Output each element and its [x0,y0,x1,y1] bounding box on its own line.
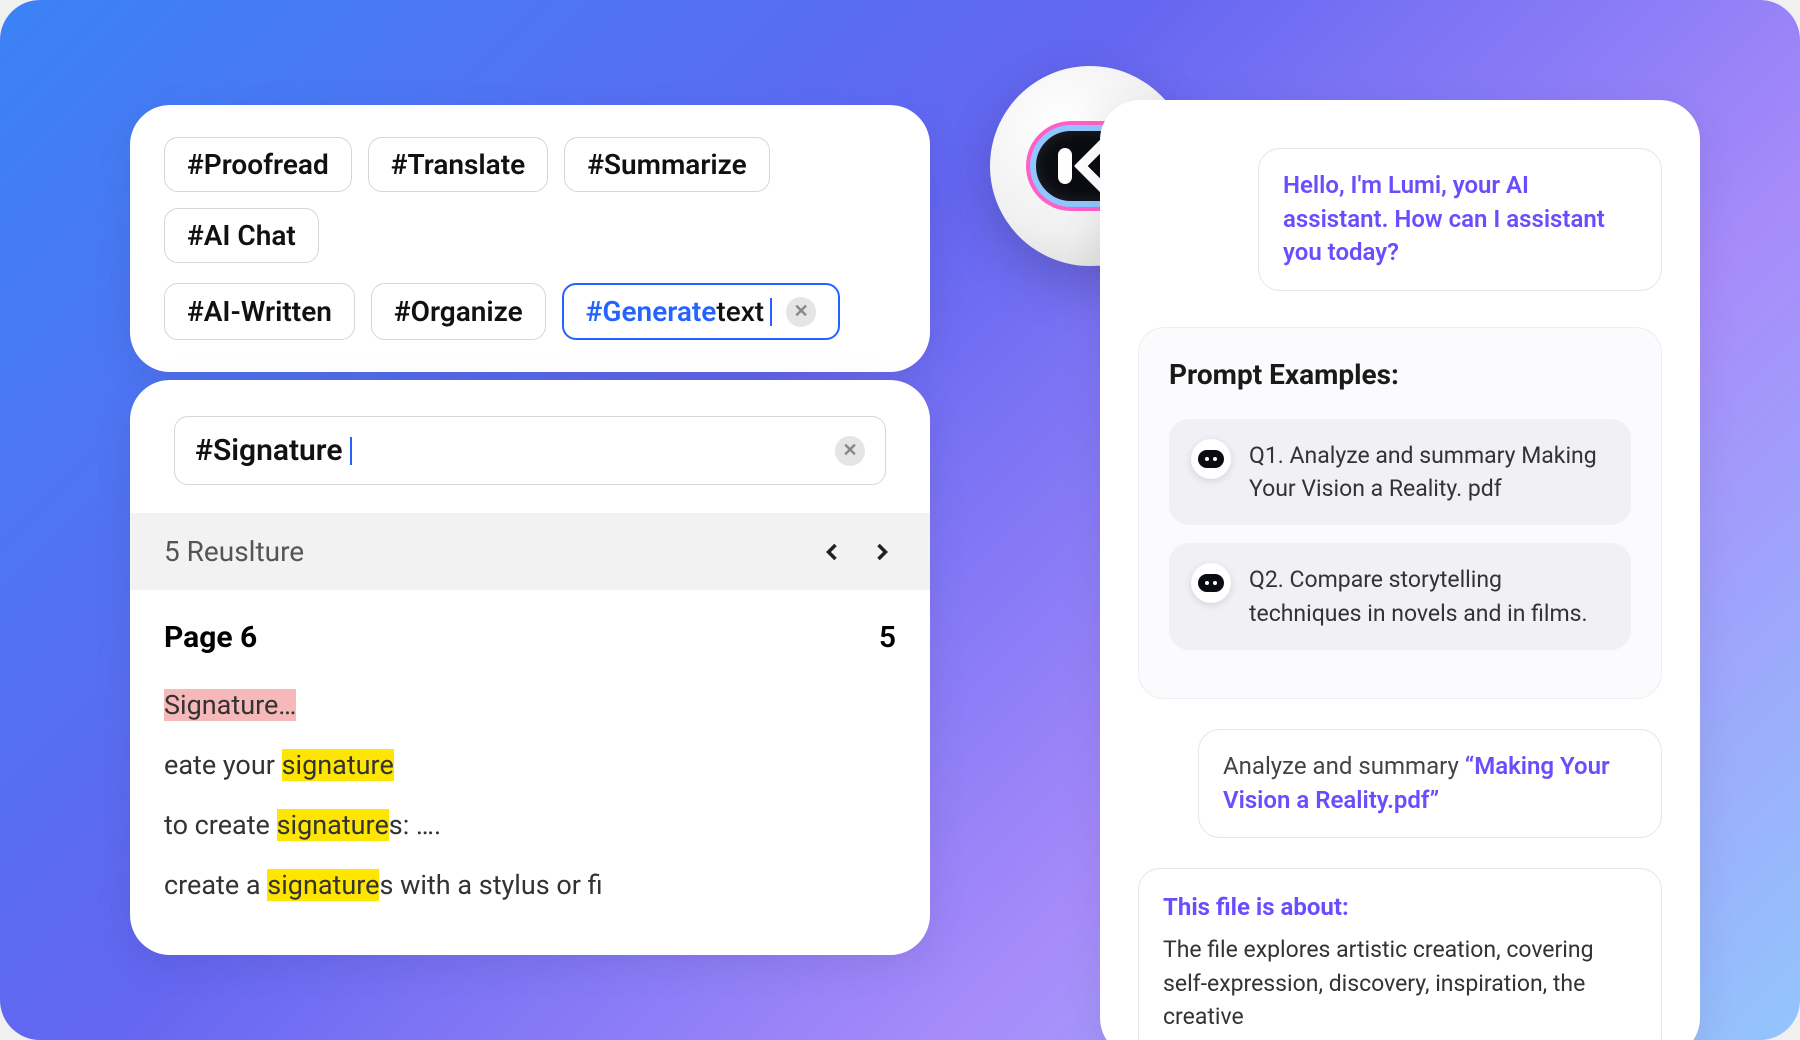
page-label: Page 6 [164,620,257,655]
user-message: Analyze and summary “Making Your Vision … [1198,729,1662,838]
result-line[interactable]: Signature… [164,675,896,735]
prompt-example[interactable]: Q2. Compare storytelling techniques in n… [1169,543,1631,650]
page-match-count: 5 [879,620,896,655]
tag-organize[interactable]: #Organize [371,283,546,340]
tag-translate[interactable]: #Translate [368,137,548,192]
clear-icon[interactable]: ✕ [835,436,865,466]
prompt-examples-card: Prompt Examples: Q1. Analyze and summary… [1138,327,1662,699]
tag-ai-chat[interactable]: #AI Chat [164,208,319,263]
text-cursor-icon [770,298,772,326]
prompt-examples-title: Prompt Examples: [1169,358,1631,391]
command-tags-card: #Proofread #Translate #Summarize #AI Cha… [130,105,930,372]
chevron-right-icon[interactable] [868,538,896,566]
result-line[interactable]: eate your signature [164,735,896,795]
lumi-mini-icon [1191,439,1231,479]
prompt-example[interactable]: Q1. Analyze and summary Making Your Visi… [1169,419,1631,526]
search-input[interactable]: #Signature ✕ [174,416,886,485]
lumi-mini-icon [1191,563,1231,603]
assistant-response: This file is about: The file explores ar… [1138,868,1662,1040]
text-cursor-icon [350,437,352,465]
tag-ai-written[interactable]: #AI-Written [164,283,355,340]
tag-generate-input[interactable]: #Generate text ✕ [562,283,840,340]
result-lines: Signature…eate your signatureto create s… [130,663,930,955]
tag-summarize[interactable]: #Summarize [564,137,770,192]
result-line[interactable]: to create signatures: …. [164,795,896,855]
results-header: 5 Reuslture [130,513,930,590]
results-count: 5 Reuslture [164,535,304,568]
tag-proofread[interactable]: #Proofread [164,137,352,192]
chevron-left-icon[interactable] [818,538,846,566]
clear-icon[interactable]: ✕ [786,297,816,327]
assistant-greeting: Hello, I'm Lumi, your AI assistant. How … [1258,148,1662,291]
search-results-card: #Signature ✕ 5 Reuslture Page 6 5 Signat… [130,380,930,955]
ai-assistant-panel: Hello, I'm Lumi, your AI assistant. How … [1100,100,1700,1040]
result-line[interactable]: create a signatures with a stylus or fi [164,855,896,915]
